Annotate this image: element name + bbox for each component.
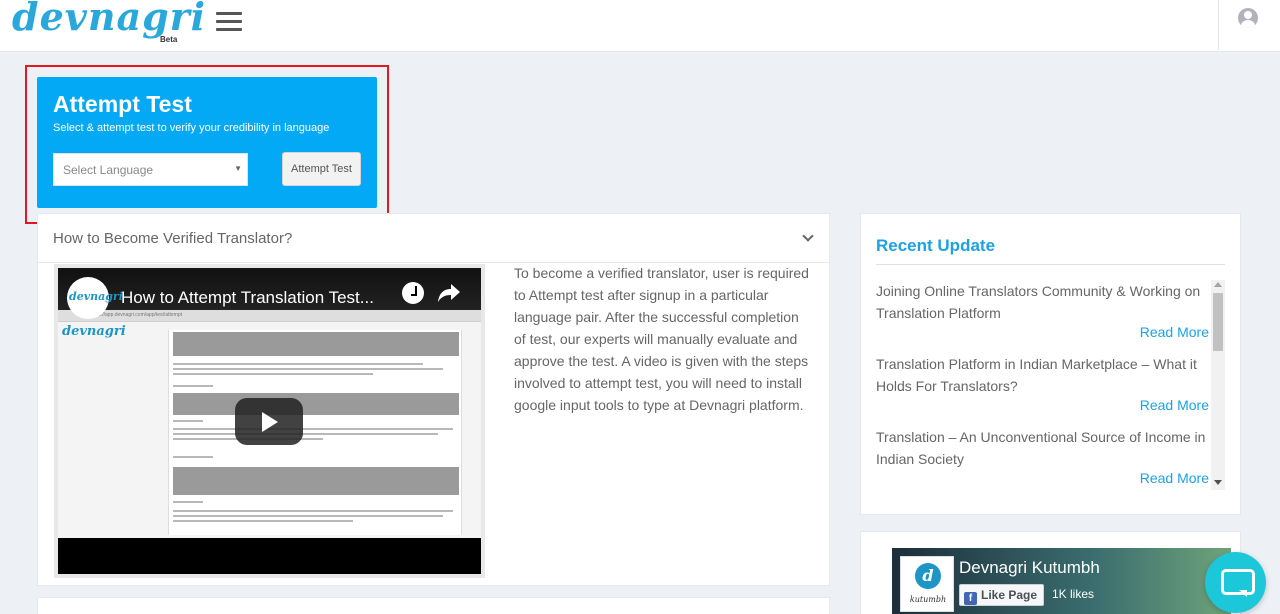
channel-avatar[interactable]: devnagri (67, 277, 123, 319)
scrollbar-thumb[interactable] (1213, 293, 1223, 351)
channel-avatar-text: devnagri (69, 290, 123, 303)
play-icon[interactable] (235, 398, 303, 445)
top-navbar: devnagri Beta (0, 0, 1280, 52)
doc-line (173, 385, 213, 387)
video-title-bar: How to Attempt Translation Test... (58, 268, 481, 310)
doc-line (173, 515, 443, 517)
doc-line (173, 433, 438, 435)
language-select[interactable]: Select Language ▼ (53, 153, 248, 186)
read-more-link[interactable]: Read More (1140, 470, 1209, 486)
doc-block (173, 393, 459, 415)
list-item: Translation – An Unconventional Source o… (876, 426, 1212, 490)
watch-later-icon[interactable] (402, 282, 424, 304)
dropdown-arrow-icon: ▼ (234, 164, 242, 173)
facebook-page-name[interactable]: Devnagri Kutumbh (959, 558, 1100, 578)
doc-line (173, 510, 453, 512)
attempt-test-button[interactable]: Attempt Test (282, 152, 361, 186)
language-select-placeholder: Select Language (63, 163, 154, 177)
video-title[interactable]: How to Attempt Translation Test... (121, 288, 401, 308)
like-page-button[interactable]: f Like Page (959, 584, 1045, 606)
list-item: Translation Platform in Indian Marketpla… (876, 353, 1212, 426)
doc-line (173, 428, 453, 430)
beta-badge: Beta (160, 35, 178, 44)
facebook-widget-card: d kutumbh Devnagri Kutumbh f Like Page 1K… (860, 531, 1241, 614)
lower-card (37, 597, 830, 614)
attempt-test-title: Attempt Test (53, 91, 192, 117)
update-title[interactable]: Joining Online Translators Community & W… (876, 280, 1209, 324)
verified-translator-description: To become a verified translator, user is… (514, 265, 809, 413)
scrollbar[interactable] (1211, 280, 1225, 490)
divider (876, 264, 1225, 265)
recent-update-list: Joining Online Translators Community & W… (876, 280, 1212, 490)
update-title[interactable]: Translation Platform in Indian Marketpla… (876, 353, 1209, 397)
attempt-test-subtitle: Select & attempt test to verify your cre… (53, 122, 330, 134)
menu-icon[interactable] (216, 12, 242, 34)
facebook-page-banner[interactable]: d kutumbh Devnagri Kutumbh f Like Page 1K… (892, 548, 1231, 614)
video-document (168, 330, 462, 535)
doc-line (173, 363, 423, 365)
list-item: Joining Online Translators Community & W… (876, 280, 1212, 353)
video-url-text: https://app.devnagri.com/app/test/attemp… (90, 312, 182, 318)
user-avatar-icon[interactable] (1238, 8, 1258, 28)
read-more-link[interactable]: Read More (1140, 324, 1209, 340)
recent-update-title: Recent Update (876, 236, 996, 255)
video-bottom-bar (58, 538, 481, 574)
devnagri-logo[interactable]: devnagri (12, 0, 206, 39)
doc-line (173, 373, 373, 375)
doc-block (173, 332, 459, 356)
update-title[interactable]: Translation – An Unconventional Source o… (876, 426, 1209, 470)
accordion-header[interactable]: How to Become Verified Translator? (38, 214, 829, 263)
facebook-icon: f (964, 592, 977, 605)
chevron-down-icon[interactable] (802, 230, 814, 242)
doc-block (173, 467, 459, 495)
read-more-link[interactable]: Read More (1140, 397, 1209, 413)
doc-line (173, 520, 353, 522)
video-player[interactable]: https://app.devnagri.com/app/test/attemp… (54, 264, 485, 578)
share-icon[interactable] (437, 282, 461, 304)
recent-update-card: Recent Update Joining Online Translators… (860, 213, 1241, 515)
video-browser-bar: https://app.devnagri.com/app/test/attemp… (58, 310, 481, 322)
verified-translator-card: How to Become Verified Translator? https… (37, 213, 830, 586)
facebook-likes-count: 1K likes (1052, 587, 1095, 601)
doc-line (173, 456, 213, 458)
facebook-page-logo: d kutumbh (900, 556, 954, 612)
kutumbh-logo-icon: d (915, 563, 941, 589)
kutumbh-logo-text: kutumbh (909, 595, 947, 604)
doc-line (173, 420, 203, 422)
attempt-test-card: Attempt Test Select & attempt test to ve… (37, 77, 377, 208)
doc-line (173, 501, 203, 503)
accordion-title: How to Become Verified Translator? (53, 230, 293, 247)
scroll-up-arrow-icon[interactable] (1214, 282, 1222, 287)
scroll-down-arrow-icon[interactable] (1214, 480, 1222, 485)
video-doc-logo: devnagri (62, 324, 126, 339)
header-divider (1218, 0, 1219, 50)
like-page-label: Like Page (981, 588, 1038, 602)
chat-icon[interactable] (1205, 552, 1266, 613)
doc-line (173, 368, 443, 370)
